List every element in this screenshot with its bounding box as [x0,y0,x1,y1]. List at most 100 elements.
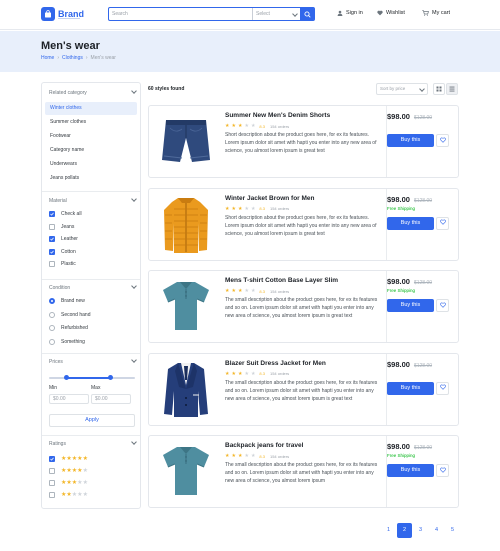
related-category-header[interactable]: Related category [49,88,137,96]
category-item[interactable]: Winter clothes [45,102,137,115]
product-image[interactable] [156,277,216,337]
order-count: 154 orders [269,206,290,211]
buy-button[interactable]: Buy this [387,299,434,312]
product-image[interactable] [156,442,216,502]
wishlist-link[interactable]: Wishlist [377,10,405,16]
condition-option[interactable]: Second hand [49,311,90,318]
slider-max-handle[interactable] [108,375,114,380]
category-item[interactable]: Jeans pollats [45,172,137,185]
product-title[interactable]: Mens T-shirt Cotton Base Layer Slim [225,277,338,284]
chevron-down-icon [419,85,425,92]
product-image[interactable] [156,195,216,255]
radio-button[interactable] [49,298,55,304]
rating-option[interactable]: ★ ★ ★ ★ ★ [49,456,88,462]
order-count: 154 orders [269,288,290,294]
condition-option[interactable]: Brand new [49,298,85,304]
apply-button[interactable]: Apply [49,414,135,427]
material-header[interactable]: Material [49,196,137,204]
star-icon: ★ [237,453,243,459]
material-option[interactable]: Check all [49,211,82,217]
material-option[interactable]: Jeans [49,223,74,230]
rating-option[interactable]: ★ ★ ★ ★ ★ [49,492,88,498]
price-range-slider[interactable] [49,375,135,380]
min-price-input[interactable]: $0.00 [49,394,89,404]
material-option[interactable]: Leather [49,236,78,242]
radio-button[interactable] [49,338,55,345]
wishlist-button[interactable] [436,299,449,312]
checkbox[interactable] [49,480,55,486]
radio-button[interactable] [49,325,55,331]
category-select[interactable]: Select [252,8,300,20]
old-price: $128.00 [413,280,433,286]
product-description: The small description about the product … [225,462,378,485]
product-title[interactable]: Summer New Men's Denim Shorts [225,112,330,119]
page-button[interactable]: 5 [445,523,460,538]
ratings-header[interactable]: Ratings [49,439,137,447]
page-button[interactable]: 1 [381,523,396,538]
prices-header[interactable]: Prices [49,357,137,365]
checkbox[interactable] [49,236,55,242]
brand-logo[interactable]: Brand [41,7,84,21]
condition-option[interactable]: Refurbished [49,325,88,331]
product-image[interactable] [156,112,216,172]
product-image[interactable] [156,360,216,420]
radio-button[interactable] [49,311,55,318]
page-button[interactable]: 4 [429,523,444,538]
top-header: Brand Select Sign in Wishlist My cart [0,0,500,30]
list-view-button[interactable] [446,83,458,95]
rating-option[interactable]: ★ ★ ★ ★ ★ [49,480,88,486]
search-input[interactable] [109,8,252,20]
category-item[interactable]: Footwear [45,130,137,143]
page-button[interactable]: 3 [413,523,428,538]
product-title[interactable]: Blazer Suit Dress Jacket for Men [225,360,326,367]
product-rating: ★ ★ ★ ★ ★ 8.3 154 orders [225,288,289,294]
category-item[interactable]: Category name [45,144,137,157]
heart-icon [439,467,446,475]
wishlist-button[interactable] [436,381,449,395]
buy-button[interactable]: Buy this [387,216,434,230]
prices-title: Prices [49,359,63,365]
sign-in-link[interactable]: Sign in [337,10,363,16]
checkbox[interactable] [49,468,55,474]
rating-option[interactable]: ★ ★ ★ ★ ★ [49,468,88,474]
category-item[interactable]: Underwears [45,158,137,171]
wishlist-button[interactable] [436,216,449,230]
product-title[interactable]: Backpack jeans for travel [225,442,303,449]
max-price-input[interactable]: $0.00 [91,394,131,404]
page-button[interactable]: 2 [397,523,412,538]
checkbox[interactable] [49,223,55,230]
product-title[interactable]: Winter Jacket Brown for Men [225,195,315,202]
star-icon: ★ [82,468,88,474]
wishlist-button[interactable] [436,464,449,477]
checkbox[interactable] [49,248,55,255]
divider [42,279,140,280]
shipping-label: Free Shipping [387,205,416,211]
wishlist-button[interactable] [436,134,449,147]
material-option[interactable]: Cotton [49,248,76,255]
star-icon: ★ [244,205,249,212]
checkbox[interactable] [49,261,55,267]
slider-min-handle[interactable] [63,375,69,380]
condition-option[interactable]: Something [49,338,85,345]
checkbox[interactable] [49,456,55,462]
category-item[interactable]: Summer clothes [45,116,137,129]
star-icon: ★ [225,453,230,459]
condition-header[interactable]: Condition [49,283,137,291]
star-icon: ★ [244,370,249,377]
breadcrumb: Home › Clothings › Men's wear [41,55,116,61]
grid-view-button[interactable] [433,83,445,95]
search-button[interactable] [300,7,314,21]
buy-button[interactable]: Buy this [387,134,434,147]
product-card: Blazer Suit Dress Jacket for Men ★ ★ ★ ★ ★ 8.3… [148,352,459,426]
buy-button[interactable]: Buy this [387,381,434,395]
material-option[interactable]: Plastic [49,261,76,267]
wishlist-label: Wishlist [386,10,405,16]
checkbox[interactable] [49,492,55,498]
breadcrumb-home[interactable]: Home [41,55,54,61]
material-title: Material [49,198,67,204]
sort-select[interactable]: Sort by price [376,83,428,95]
checkbox[interactable] [49,211,55,217]
cart-link[interactable]: My cart [422,10,450,16]
buy-button[interactable]: Buy this [387,464,434,477]
breadcrumb-clothings[interactable]: Clothings [62,55,83,61]
